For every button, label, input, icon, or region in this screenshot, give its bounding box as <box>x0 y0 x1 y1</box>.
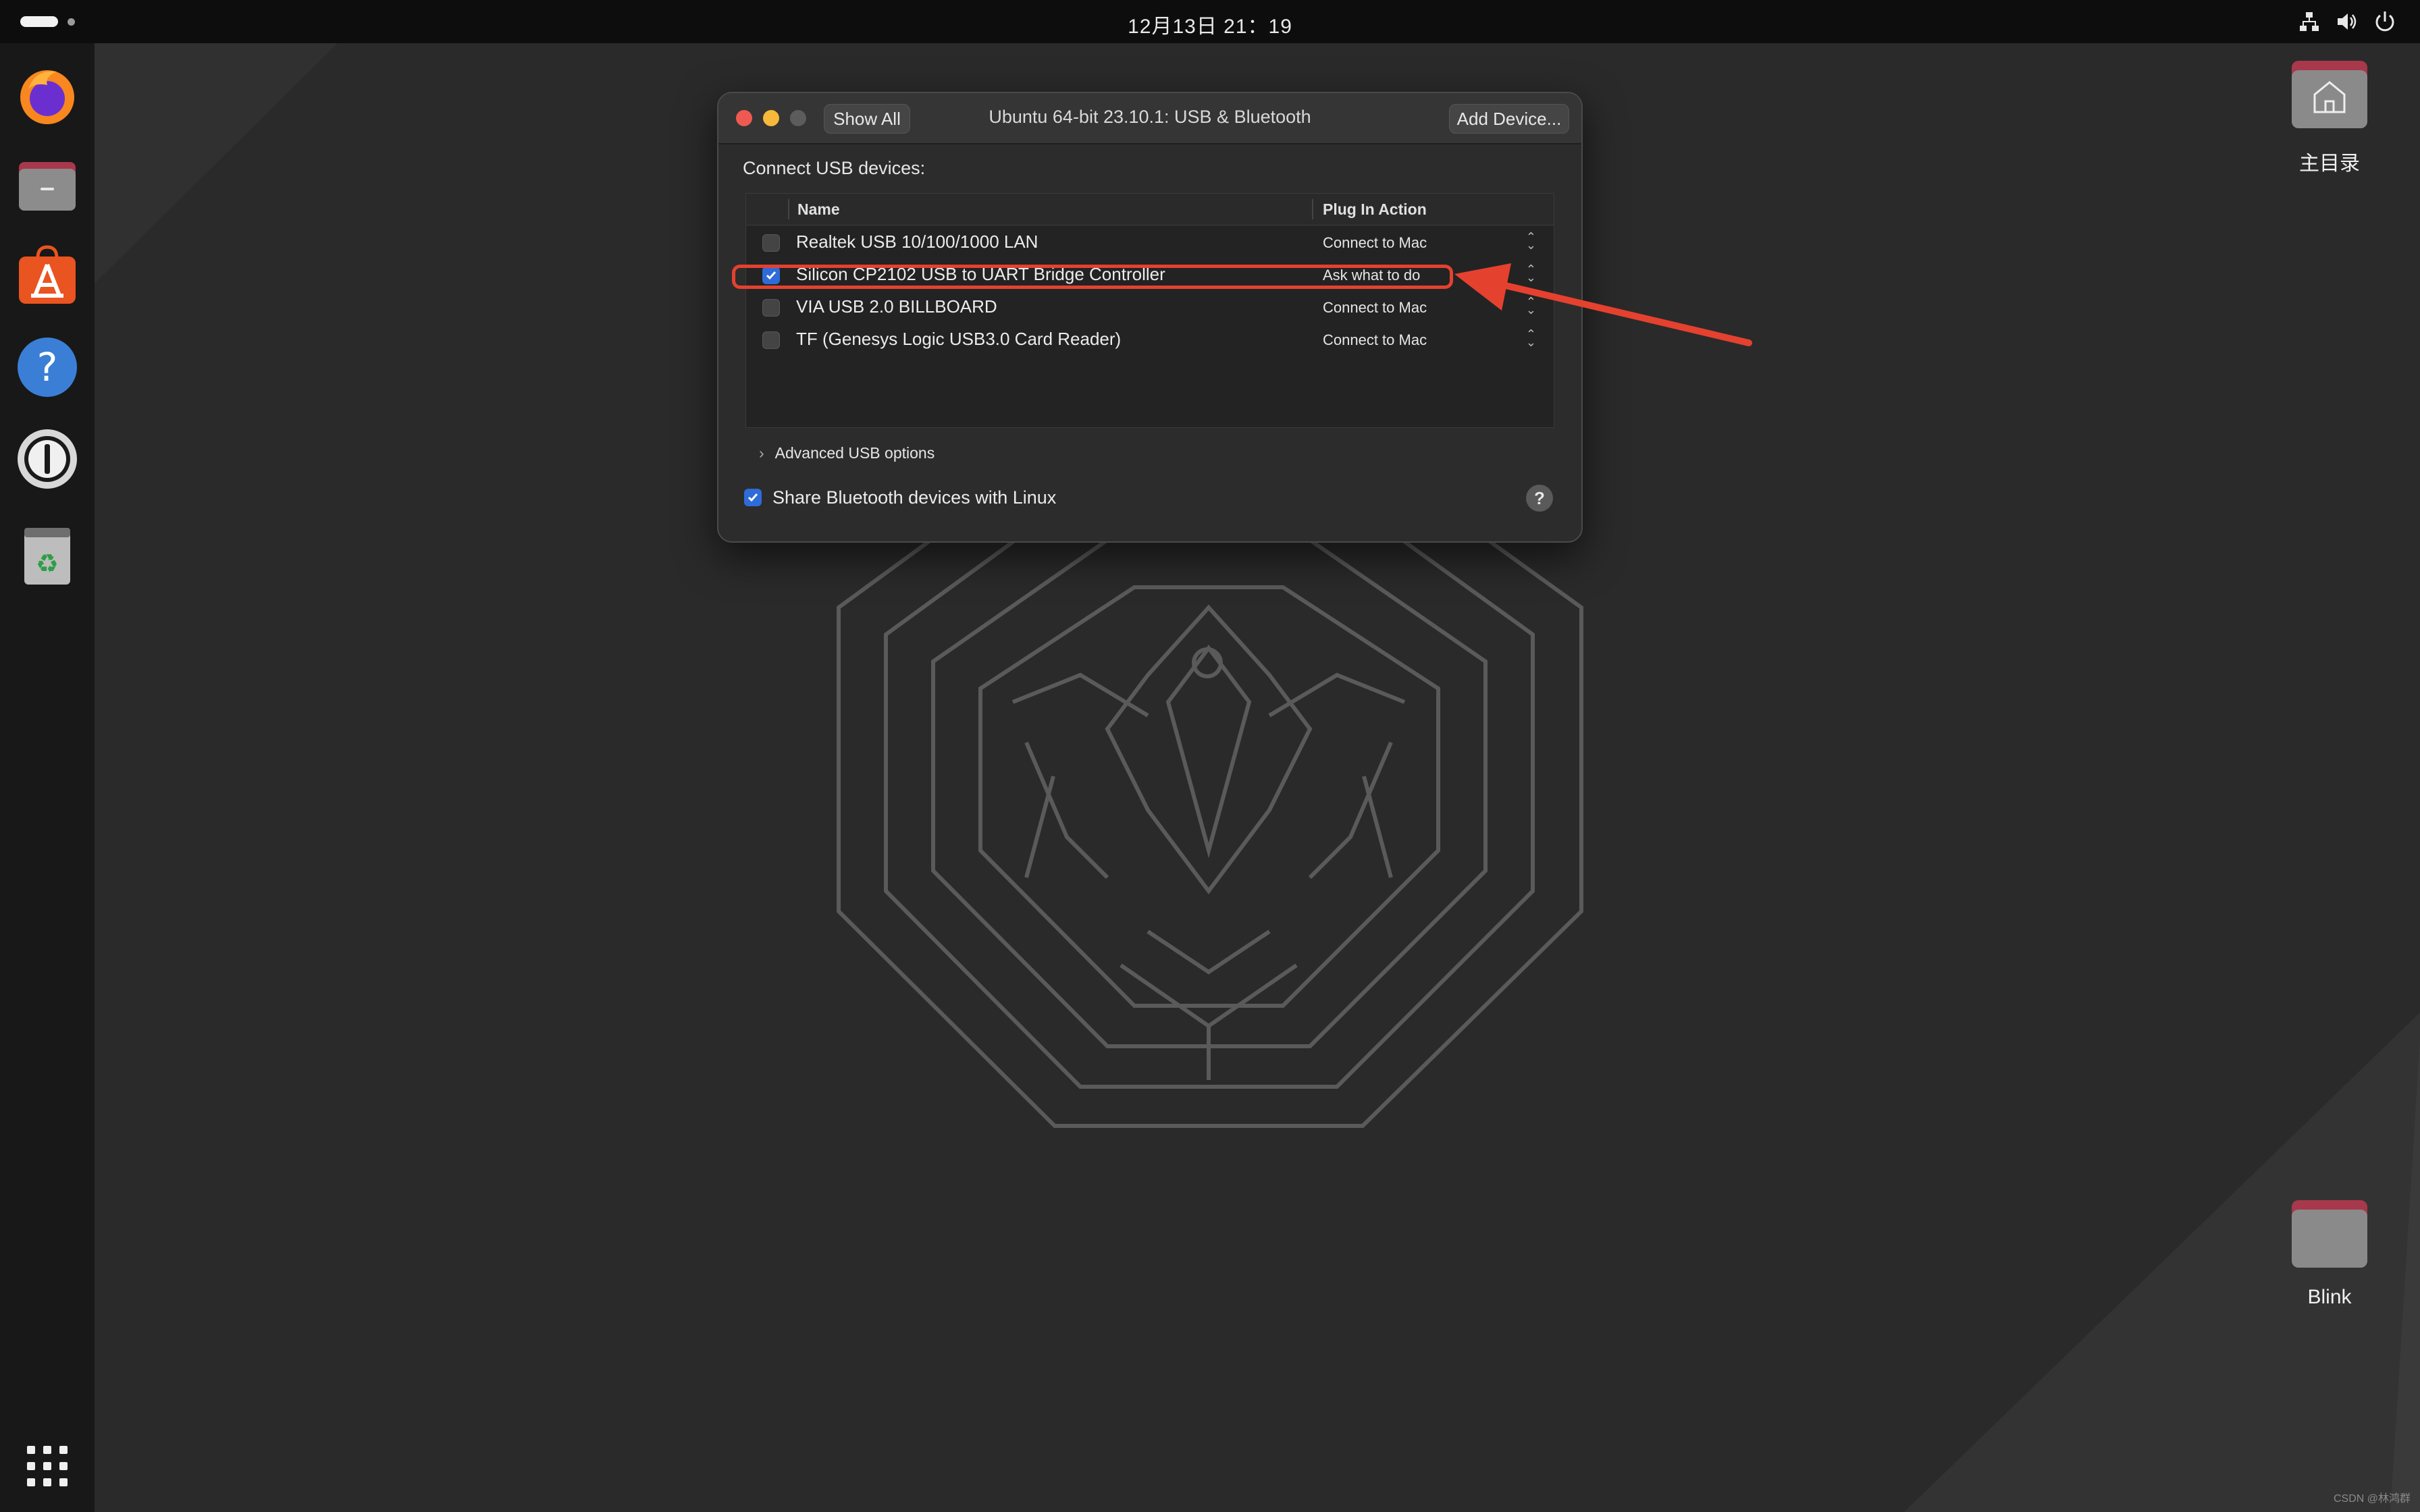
device-checkbox[interactable] <box>762 331 780 349</box>
app-center-icon[interactable] <box>15 243 80 308</box>
network-icon[interactable] <box>2297 9 2321 34</box>
usb-device-table: Name Plug In Action Realtek USB 10/100/1… <box>745 193 1554 428</box>
advanced-usb-options-toggle[interactable]: › Advanced USB options <box>759 444 935 462</box>
svg-text:?: ? <box>37 344 58 390</box>
column-name-header[interactable]: Name <box>797 200 840 219</box>
column-action-header[interactable]: Plug In Action <box>1323 200 1427 219</box>
annotation-arrow-icon <box>1454 263 1752 346</box>
top-bar: 12月13日 21：19 <box>0 0 2420 43</box>
table-row[interactable]: VIA USB 2.0 BILLBOARD Connect to Mac ⌃ ⌄ <box>746 291 1554 323</box>
table-row[interactable]: Realtek USB 10/100/1000 LAN Connect to M… <box>746 226 1554 259</box>
zoom-button[interactable] <box>790 110 806 126</box>
apps-grid-icon[interactable] <box>15 1434 80 1498</box>
files-icon[interactable] <box>15 153 80 217</box>
plug-in-action-select[interactable]: Connect to Mac ⌃ ⌄ <box>1323 230 1543 252</box>
column-divider <box>1312 199 1313 219</box>
plug-in-action-value: Connect to Mac <box>1323 234 1427 251</box>
watermark: CSDN @林鸿群 <box>2333 1493 2411 1505</box>
dock: ? ♻ <box>0 43 95 1512</box>
connect-usb-label: Connect USB devices: <box>743 158 926 178</box>
annotation-highlight <box>732 265 1453 289</box>
help-icon[interactable]: ? <box>15 335 80 400</box>
column-divider <box>788 199 789 219</box>
plug-in-action-value: Connect to Mac <box>1323 331 1427 348</box>
volume-icon[interactable] <box>2335 9 2359 34</box>
password-manager-icon[interactable] <box>15 427 80 491</box>
desktop-icon-label: Blink <box>2307 1286 2352 1308</box>
chevron-right-icon: › <box>759 444 764 462</box>
show-all-button[interactable]: Show All <box>824 104 910 134</box>
desktop-icon-label: 主目录 <box>2299 153 2360 175</box>
table-row[interactable]: TF (Genesys Logic USB3.0 Card Reader) Co… <box>746 323 1554 356</box>
home-folder-icon <box>2292 61 2367 128</box>
clock[interactable]: 12月13日 21：19 <box>0 9 2420 39</box>
advanced-usb-options-label: Advanced USB options <box>774 444 935 462</box>
dialog-titlebar[interactable]: Show All Ubuntu 64-bit 23.10.1: USB & Bl… <box>718 93 1581 144</box>
folder-icon <box>2292 1200 2367 1268</box>
power-icon[interactable] <box>2373 9 2397 34</box>
device-name: TF (Genesys Logic USB3.0 Card Reader) <box>796 329 1122 349</box>
desktop-icon-home[interactable]: 主目录 <box>2262 55 2397 176</box>
minimize-button[interactable] <box>763 110 779 126</box>
firefox-icon[interactable] <box>15 62 80 127</box>
desktop-icon-blink[interactable]: Blink <box>2262 1195 2397 1309</box>
add-device-button[interactable]: Add Device... <box>1449 104 1569 134</box>
device-name: VIA USB 2.0 BILLBOARD <box>796 296 997 317</box>
device-checkbox[interactable] <box>762 299 780 317</box>
table-header: Name Plug In Action <box>746 194 1554 225</box>
svg-text:♻: ♻ <box>36 549 59 578</box>
device-checkbox[interactable] <box>762 234 780 252</box>
help-button[interactable]: ? <box>1526 485 1553 512</box>
share-bluetooth-label: Share Bluetooth devices with Linux <box>772 487 1057 508</box>
device-name: Realtek USB 10/100/1000 LAN <box>796 232 1038 252</box>
checkmark-icon <box>747 493 758 502</box>
plug-in-action-value: Connect to Mac <box>1323 299 1427 316</box>
close-button[interactable] <box>736 110 752 126</box>
chevron-updown-icon: ⌃ ⌄ <box>1525 230 1536 252</box>
trash-icon[interactable]: ♻ <box>15 522 80 587</box>
share-bluetooth-checkbox[interactable] <box>744 489 762 506</box>
